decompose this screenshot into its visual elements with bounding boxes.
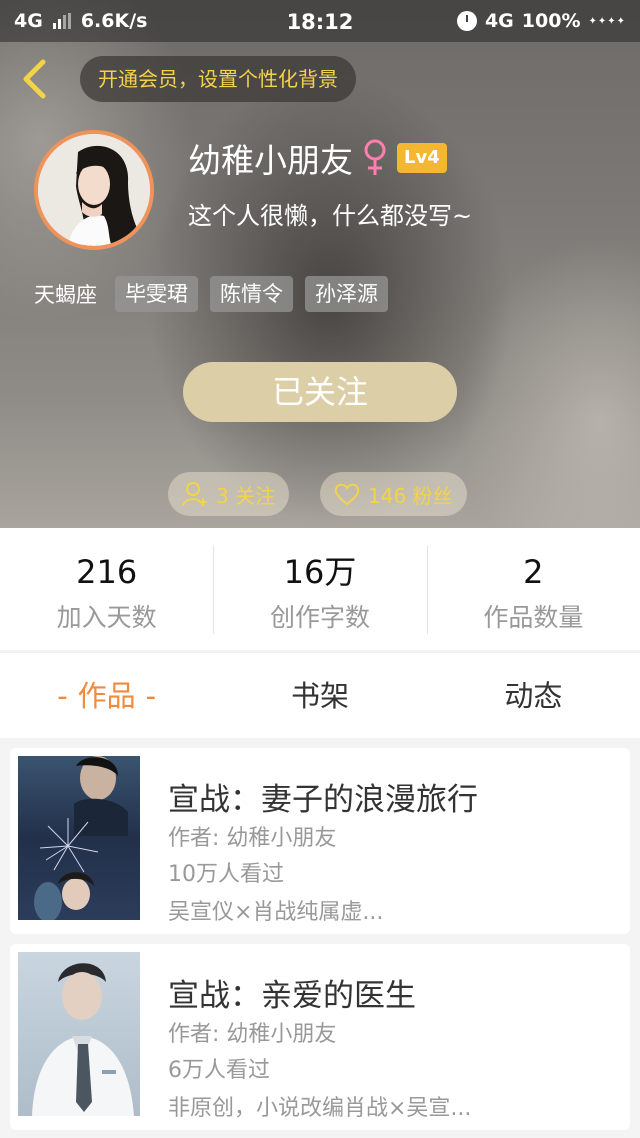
back-button[interactable]	[14, 56, 54, 102]
tab-label: 动态	[504, 679, 563, 713]
follow-button[interactable]: 已关注	[183, 362, 457, 422]
stat-word-count: 16万 创作字数	[213, 528, 426, 650]
avatar[interactable]	[34, 130, 154, 250]
tab-activity[interactable]: 动态	[427, 653, 640, 738]
fans-count-button[interactable]: 146 粉丝	[320, 472, 467, 516]
battery-icon: ✦✦✦✦	[588, 15, 626, 27]
user-signature: 这个人很懒，什么都没写~	[188, 202, 473, 230]
tag-item[interactable]: 毕雯珺	[115, 276, 198, 312]
username: 幼稚小朋友	[188, 141, 353, 180]
vip-upgrade-banner[interactable]: 开通会员，设置个性化背景	[80, 56, 356, 102]
work-description: 吴宣仪×肖战纯属虚...	[168, 900, 384, 925]
tab-bookshelf[interactable]: 书架	[213, 653, 426, 738]
stat-value: 16万	[283, 553, 357, 591]
stat-join-days: 216 加入天数	[0, 528, 213, 650]
work-views: 10万人看过	[168, 862, 284, 887]
tab-label: 作品	[77, 679, 136, 713]
female-icon	[361, 138, 389, 178]
tag-item[interactable]: 孙泽源	[305, 276, 388, 312]
stat-label: 作品数量	[483, 603, 584, 632]
profile-tabs: - 作品 - 书架 动态	[0, 652, 640, 738]
work-cover	[18, 756, 140, 920]
chevron-left-icon	[23, 59, 46, 99]
works-list: 宣战：妻子的浪漫旅行 作者: 幼稚小朋友 10万人看过 吴宣仪×肖战纯属虚...	[10, 748, 630, 1138]
tab-label: 书架	[290, 679, 349, 713]
tab-works[interactable]: - 作品 -	[0, 653, 213, 738]
zodiac-label: 天蝎座	[34, 283, 97, 307]
work-card[interactable]: 宣战：亲爱的医生 作者: 幼稚小朋友 6万人看过 非原创，小说改编肖战×吴宣..…	[10, 944, 630, 1130]
stat-value: 216	[76, 553, 138, 591]
user-tags: 天蝎座 毕雯珺 陈情令 孙泽源	[34, 276, 388, 312]
status-bar: 4G 6.6K/s 18:12 4G 100% ✦✦✦✦	[0, 0, 640, 42]
stats-panel: 216 加入天数 16万 创作字数 2 作品数量	[0, 528, 640, 650]
work-author: 作者: 幼稚小朋友	[168, 1022, 337, 1047]
user-add-icon	[182, 482, 207, 507]
work-cover	[18, 952, 140, 1116]
work-author: 作者: 幼稚小朋友	[168, 826, 337, 851]
profile-header: 4G 6.6K/s 18:12 4G 100% ✦✦✦✦ 开通会员，设置个性化背…	[0, 0, 640, 528]
work-views: 6万人看过	[168, 1058, 270, 1083]
stat-label: 加入天数	[56, 603, 157, 632]
stat-value: 2	[523, 553, 544, 591]
work-title: 宣战：妻子的浪漫旅行	[168, 782, 478, 818]
stat-works-count: 2 作品数量	[426, 528, 640, 650]
tag-item[interactable]: 陈情令	[210, 276, 293, 312]
heart-icon	[334, 483, 360, 506]
alarm-icon	[456, 11, 477, 31]
work-card[interactable]: 宣战：妻子的浪漫旅行 作者: 幼稚小朋友 10万人看过 吴宣仪×肖战纯属虚...	[10, 748, 630, 934]
stat-label: 创作字数	[269, 603, 370, 632]
following-label: 3 关注	[216, 483, 276, 508]
work-description: 非原创，小说改编肖战×吴宣...	[168, 1096, 472, 1121]
following-count-button[interactable]: 3 关注	[168, 472, 290, 516]
network-indicator-right: 4G	[484, 10, 514, 32]
work-title: 宣战：亲爱的医生	[168, 978, 416, 1014]
battery-level: 100%	[521, 10, 581, 32]
fans-label: 146 粉丝	[368, 483, 453, 508]
level-badge: Lv4	[397, 143, 447, 173]
